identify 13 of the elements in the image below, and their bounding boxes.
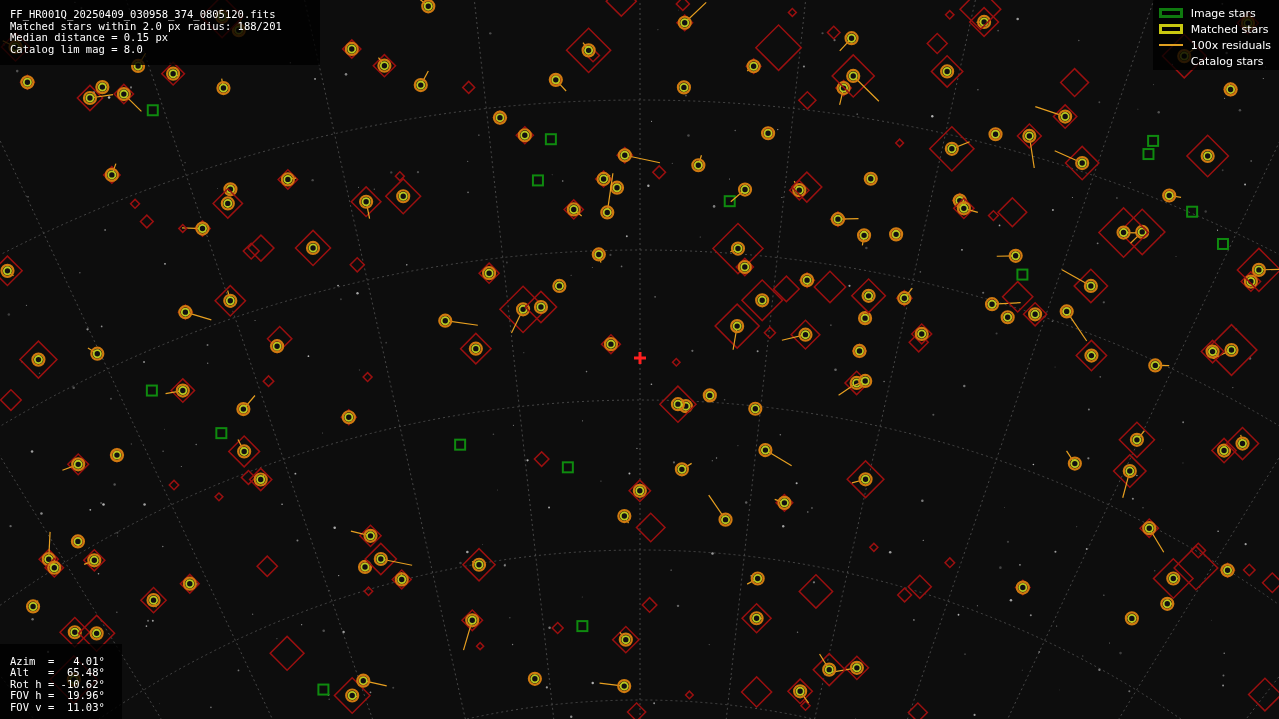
legend-label: Image stars xyxy=(1190,6,1256,20)
info-text: Catalog lim mag = 8.0 xyxy=(10,43,143,55)
info-text: Rot h = -10.62° xyxy=(10,678,105,690)
legend-label: Catalog stars xyxy=(1190,54,1264,68)
info-text: Median distance = 0.15 px xyxy=(10,32,169,44)
info-text: Alt = 65.48° xyxy=(10,667,105,679)
legend-label: 100x residuals xyxy=(1190,38,1271,52)
legend-label: Matched stars xyxy=(1190,22,1269,36)
info-text: FOV v = 11.03° xyxy=(10,701,105,713)
info-text: FOV h = 19.96° xyxy=(10,690,105,702)
info-text: FF_HR001Q_20250409_030958_374_0805120.fits xyxy=(10,9,276,21)
info-text: Azim = 4.01° xyxy=(10,655,105,667)
info-text: Matched stars within 2.0 px radius: 188/201 xyxy=(10,20,282,32)
